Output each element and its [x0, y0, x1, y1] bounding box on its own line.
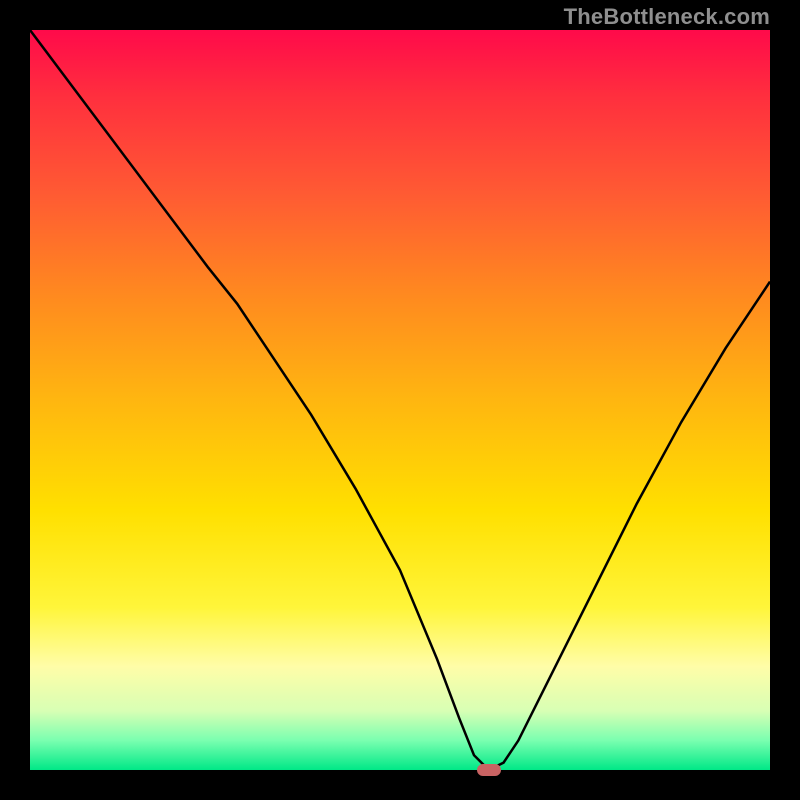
plot-area [30, 30, 770, 770]
optimum-marker [477, 764, 501, 776]
bottleneck-curve [30, 30, 770, 770]
chart-container: TheBottleneck.com [0, 0, 800, 800]
watermark-text: TheBottleneck.com [564, 4, 770, 30]
curve-path [30, 30, 770, 770]
